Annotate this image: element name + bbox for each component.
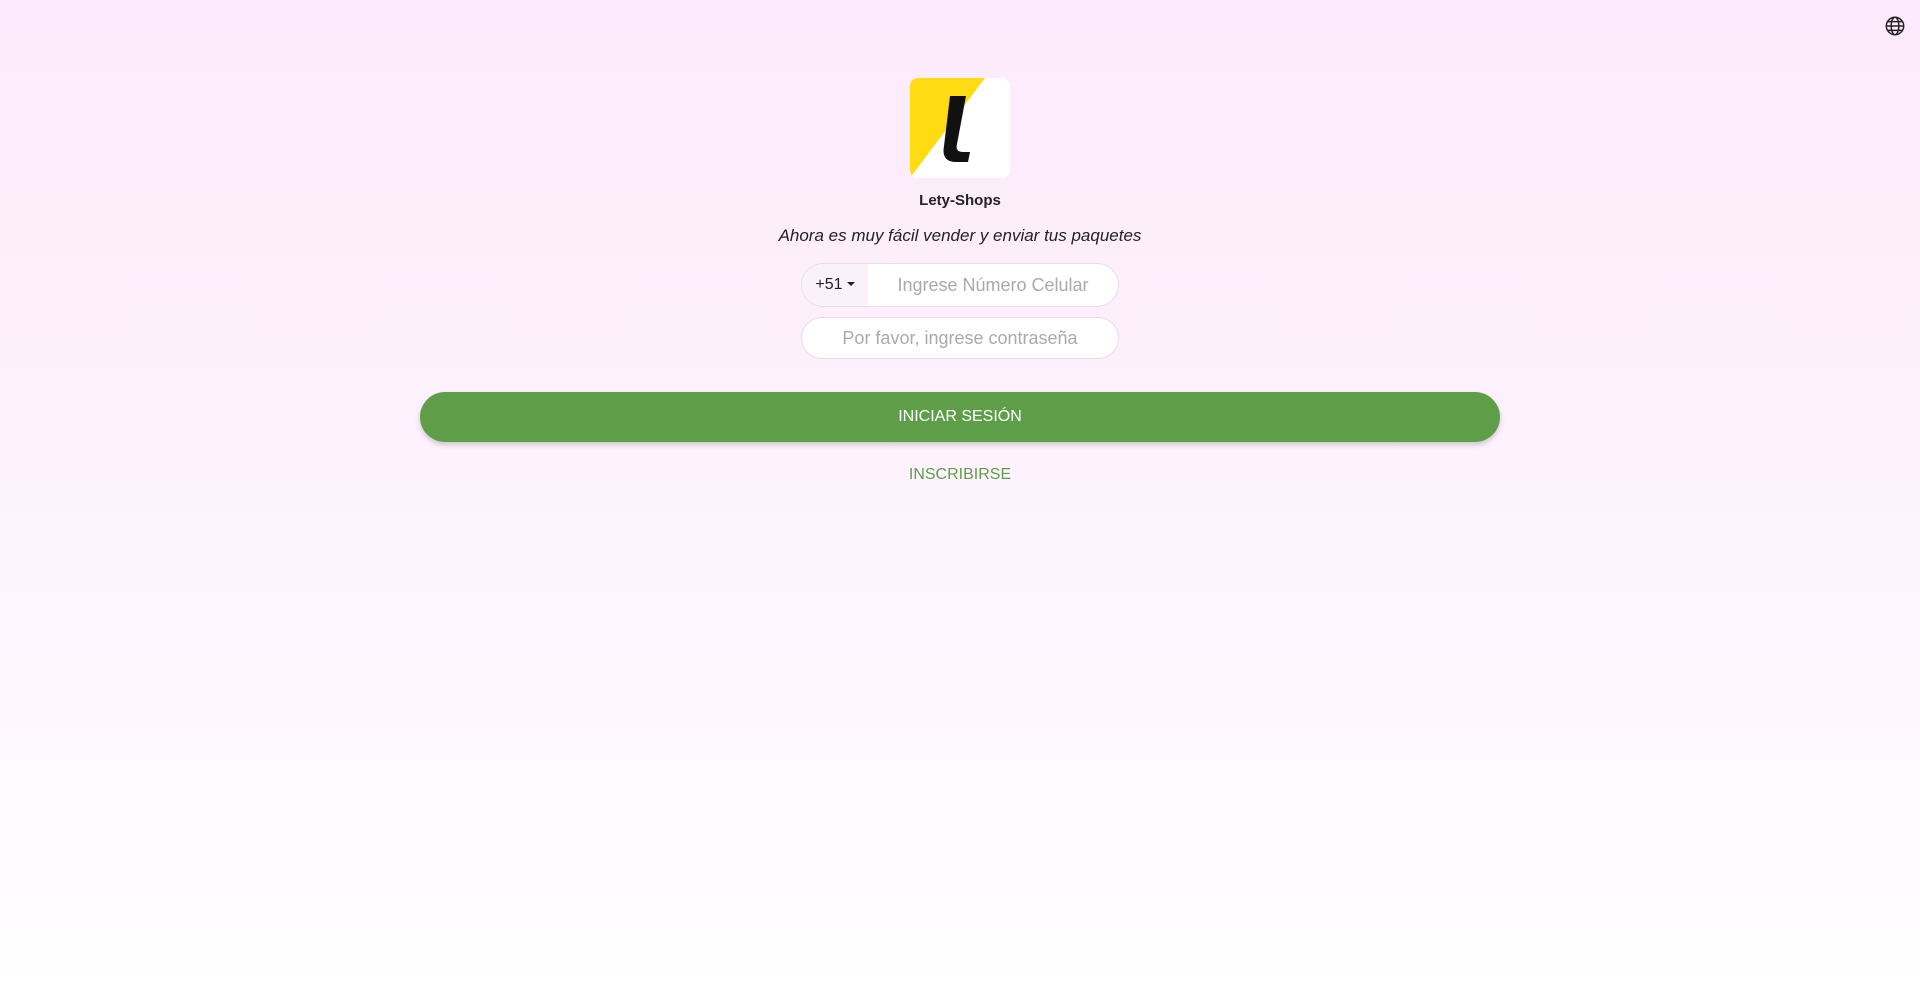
tagline: Ahora es muy fácil vender y enviar tus p… [778, 226, 1142, 245]
password-input[interactable] [802, 318, 1118, 358]
password-field-group [801, 317, 1119, 359]
globe-icon [1885, 16, 1905, 36]
phone-input[interactable] [868, 264, 1118, 306]
caret-down-icon [846, 282, 855, 286]
logo-graphic [910, 78, 1010, 178]
brand-logo [910, 78, 1010, 178]
phone-field-group: +51 [801, 263, 1119, 307]
brand-name: Lety-Shops [919, 192, 1001, 209]
language-button[interactable] [1883, 14, 1907, 38]
login-button[interactable]: INICIAR SESIÓN [420, 392, 1500, 442]
country-code-label: +51 [815, 276, 843, 293]
login-container: Lety-Shops Ahora es muy fácil vender y e… [0, 78, 1920, 484]
country-code-dropdown[interactable]: +51 [802, 264, 868, 306]
signup-link[interactable]: INSCRIBIRSE [909, 466, 1011, 484]
